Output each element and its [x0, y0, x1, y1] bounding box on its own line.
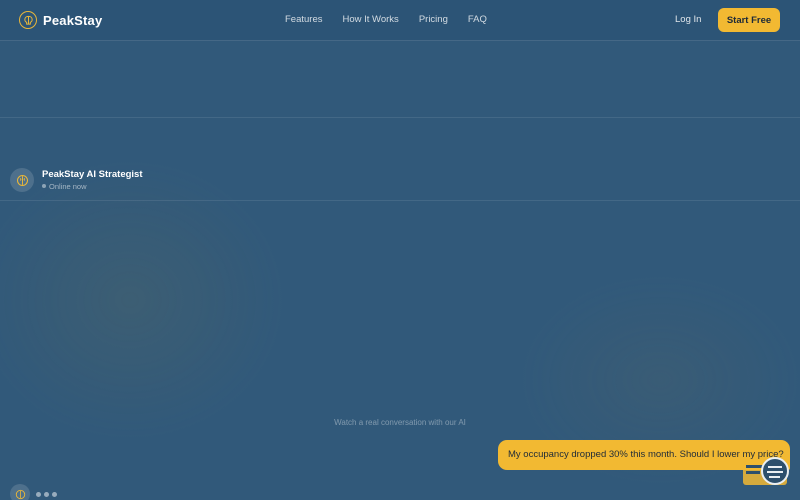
agent-avatar	[10, 168, 34, 192]
agent-name: PeakStay AI Strategist	[42, 168, 143, 180]
brain-icon	[19, 11, 37, 29]
status-dot-icon	[42, 184, 46, 188]
brain-icon	[15, 489, 25, 499]
login-link[interactable]: Log In	[675, 14, 701, 25]
brand-logo-link[interactable]: PeakStay	[19, 10, 102, 30]
chat-header-divider	[0, 200, 800, 201]
conversation-caption: Watch a real conversation with our AI	[334, 418, 466, 427]
typing-indicator	[10, 484, 57, 500]
brain-icon	[16, 174, 28, 186]
agent-status: Online now	[42, 181, 143, 192]
nav-links: Features How It Works Pricing FAQ	[285, 14, 487, 25]
nav-link-how-it-works[interactable]: How It Works	[343, 14, 399, 25]
agent-status-text: Online now	[49, 181, 87, 191]
top-navbar: PeakStay Features How It Works Pricing F…	[0, 0, 800, 41]
nav-link-features[interactable]: Features	[285, 14, 323, 25]
nav-link-faq[interactable]: FAQ	[468, 14, 487, 25]
start-free-button[interactable]: Start Free	[718, 8, 780, 32]
chat-header: PeakStay AI Strategist Online now	[10, 168, 143, 192]
typing-dots-icon	[36, 491, 57, 497]
agent-avatar-small	[10, 484, 30, 500]
nav-link-pricing[interactable]: Pricing	[419, 14, 448, 25]
section-divider	[0, 117, 800, 118]
chat-launcher-icon[interactable]	[742, 453, 790, 487]
brand-name: PeakStay	[43, 12, 103, 28]
